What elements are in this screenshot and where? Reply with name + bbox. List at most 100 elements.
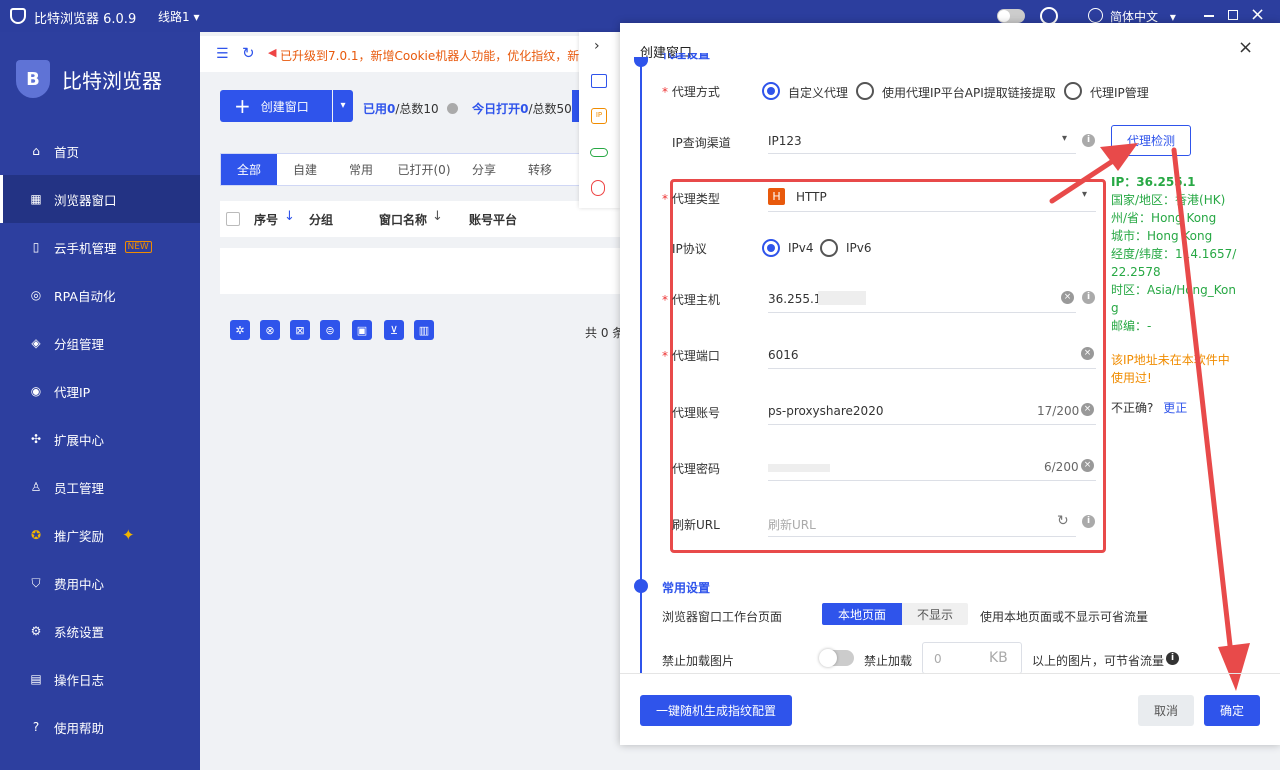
sidebar-item-staff[interactable]: ♙ 员工管理 xyxy=(0,463,200,511)
sidebar-item-cloud-phone[interactable]: ▯ 云手机管理 NEW xyxy=(0,223,200,271)
ip-icon[interactable]: IP xyxy=(591,108,607,124)
sidebar-item-label: 操作日志 xyxy=(54,672,105,688)
maximize-icon[interactable] xyxy=(1228,10,1238,20)
sidebar-item-label: 浏览器窗口 xyxy=(54,192,117,208)
collapse-menu-icon[interactable]: ☰ xyxy=(216,46,229,62)
phone-icon: ▯ xyxy=(32,240,40,254)
sidebar-item-extensions[interactable]: ✣ 扩展中心 xyxy=(0,415,200,463)
sort-arrow-icon[interactable]: ↓ xyxy=(432,209,443,224)
kb-value: 0 xyxy=(934,652,942,666)
workbench-label: 浏览器窗口工作台页面 xyxy=(662,610,783,624)
language-label: 简体中文 xyxy=(1110,10,1159,24)
location-icon: ◉ xyxy=(30,384,42,398)
notice-bar: ☰ ↻ ◀ 已升级到7.0.1，新增Cookie机器人功能，优化指纹，新 xyxy=(200,36,620,72)
sparkle-icon: ✦ xyxy=(122,526,135,544)
chevron-down-icon: ▾ xyxy=(1169,10,1176,24)
close-window-icon[interactable]: × xyxy=(1250,4,1265,25)
sidebar-item-label: 分组管理 xyxy=(54,336,105,352)
logo-text: 比特浏览器 xyxy=(62,68,162,93)
info-icon: i xyxy=(1166,652,1179,665)
tab-transfer[interactable]: 转移 xyxy=(509,154,571,185)
batch-open-icon[interactable]: ✲ xyxy=(230,320,250,340)
plus-icon: + xyxy=(234,94,251,118)
upgrade-notice[interactable]: 已升级到7.0.1，新增Cookie机器人功能，优化指纹，新 xyxy=(280,47,580,64)
sidebar-item-browser-window[interactable]: ▦ 浏览器窗口 xyxy=(0,175,200,223)
tab-common[interactable]: 常用 xyxy=(333,154,389,185)
block-images-label: 禁止加载图片 xyxy=(662,654,735,668)
extension-icon: ✣ xyxy=(30,432,42,446)
sidebar-item-label: 员工管理 xyxy=(54,480,105,496)
workbench-hide-option[interactable]: 不显示 xyxy=(902,603,968,625)
refresh-icon[interactable]: ↻ xyxy=(242,44,255,62)
create-dropdown-button[interactable]: ▾ xyxy=(333,90,353,122)
confirm-button[interactable]: 确定 xyxy=(1204,695,1260,726)
grid-icon: ▦ xyxy=(30,192,42,206)
sidebar-item-label: 使用帮助 xyxy=(54,720,105,736)
batch-close-icon[interactable]: ⊗ xyxy=(260,320,280,340)
batch-robot-icon[interactable]: ⊜ xyxy=(320,320,340,340)
trash-icon[interactable]: ▥ xyxy=(414,320,434,340)
block-images-toggle[interactable] xyxy=(819,649,854,667)
sidebar-item-help[interactable]: ? 使用帮助 xyxy=(0,703,200,751)
annotation-arrows xyxy=(1049,143,1250,691)
help-icon: ? xyxy=(32,720,40,734)
used-total: /总数10 xyxy=(395,102,439,116)
column-header[interactable]: 分组 xyxy=(309,211,333,228)
tab-self-built[interactable]: 自建 xyxy=(277,154,333,185)
line-selector[interactable]: 线路1 ▾ xyxy=(158,8,200,25)
log-icon: ▤ xyxy=(30,672,42,686)
section-common-title: 常用设置 xyxy=(662,581,711,595)
sidebar-logo: B 比特浏览器 xyxy=(16,60,162,98)
sidebar-item-proxy-ip[interactable]: ◉ 代理IP xyxy=(0,367,200,415)
minimize-icon[interactable] xyxy=(1204,15,1214,17)
table-body-empty xyxy=(220,248,620,294)
batch-window-icon[interactable]: ▣ xyxy=(352,320,372,340)
cancel-button[interactable]: 取消 xyxy=(1138,695,1194,726)
create-label: 创建窗口 xyxy=(260,99,309,114)
layers-icon: ◈ xyxy=(31,336,41,350)
sidebar-item-settings[interactable]: ⚙ 系统设置 xyxy=(0,607,200,655)
column-header[interactable]: 窗口名称 xyxy=(379,211,427,228)
sidebar-item-label: 首页 xyxy=(54,144,80,160)
sidebar-item-rpa[interactable]: ◎ RPA自动化 xyxy=(0,271,200,319)
sidebar-item-rewards[interactable]: ✪ 推广奖励 ✦ xyxy=(0,511,200,559)
sidebar-item-logs[interactable]: ▤ 操作日志 xyxy=(0,655,200,703)
sidebar-item-label: RPA自动化 xyxy=(54,288,116,304)
tab-shared[interactable]: 分享 xyxy=(459,154,509,185)
workbench-local-option[interactable]: 本地页面 xyxy=(822,603,902,625)
batch-delete-icon[interactable]: ⊠ xyxy=(290,320,310,340)
fingerprint-icon[interactable] xyxy=(591,180,605,196)
users-icon: ♙ xyxy=(30,480,42,494)
create-window-button[interactable]: + 创建窗口 xyxy=(220,90,332,122)
sidebar-item-billing[interactable]: ⛉ 费用中心 xyxy=(0,559,200,607)
message-icon[interactable] xyxy=(591,74,607,88)
tab-all[interactable]: 全部 xyxy=(221,154,277,185)
chevron-right-icon[interactable]: › xyxy=(594,38,600,54)
chevron-down-icon: ▾ xyxy=(193,10,200,24)
sidebar-item-label: 推广奖励 xyxy=(54,528,105,544)
globe-icon xyxy=(1088,8,1103,23)
sidebar-item-home[interactable]: ⌂ 首页 xyxy=(0,127,200,175)
batch-clear-icon[interactable]: ⊻ xyxy=(384,320,404,340)
shield-icon: ⛉ xyxy=(31,575,41,590)
new-badge: NEW xyxy=(124,241,152,253)
select-all-checkbox[interactable] xyxy=(226,212,240,226)
sort-arrow-icon[interactable]: ↓ xyxy=(284,209,295,224)
sidebar-item-groups[interactable]: ◈ 分组管理 xyxy=(0,319,200,367)
timeline-dot xyxy=(634,579,648,593)
window-tabs: 全部 自建 常用 已打开(0) 分享 转移 xyxy=(220,153,580,186)
random-fingerprint-button[interactable]: 一键随机生成指纹配置 xyxy=(640,695,792,726)
logo-shield-icon: B xyxy=(16,60,50,98)
total-count: 共 0 条 xyxy=(585,326,625,340)
sidebar-item-label: 云手机管理 xyxy=(54,240,117,256)
app-logo-icon xyxy=(10,8,26,24)
gear-icon: ⚙ xyxy=(30,624,42,638)
kb-unit: KB xyxy=(989,650,1008,666)
kb-input[interactable]: 0 KB xyxy=(922,642,1022,674)
column-header[interactable]: 账号平台 xyxy=(469,211,517,228)
tab-opened[interactable]: 已打开(0) xyxy=(389,154,459,185)
column-header[interactable]: 序号 xyxy=(254,211,278,228)
rpa-icon: ◎ xyxy=(30,288,42,302)
toggle-icon[interactable] xyxy=(590,148,608,157)
theme-toggle-icon[interactable] xyxy=(997,9,1025,23)
